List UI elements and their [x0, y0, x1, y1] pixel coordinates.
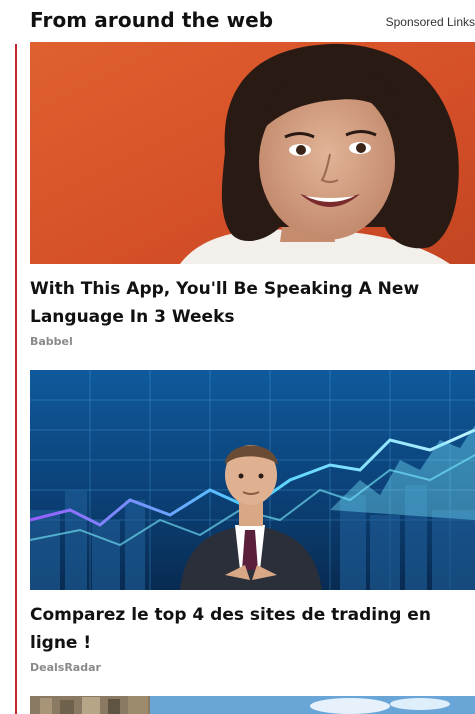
- sponsored-card-3[interactable]: [30, 696, 475, 714]
- card-image-trading[interactable]: [30, 370, 475, 590]
- left-accent-rule: [15, 44, 17, 714]
- widget-title: From around the web: [30, 8, 274, 32]
- card-headline[interactable]: With This App, You'll Be Speaking A New …: [30, 275, 475, 331]
- sponsored-card-dealsradar[interactable]: Comparez le top 4 des sites de trading e…: [30, 370, 475, 674]
- card-image-city[interactable]: [30, 696, 475, 714]
- card-source[interactable]: DealsRadar: [30, 661, 475, 674]
- widget-header: From around the web Sponsored Links: [30, 8, 475, 38]
- card-image-smiling-woman[interactable]: [30, 42, 475, 264]
- card-source[interactable]: Babbel: [30, 335, 475, 348]
- sponsored-links-label[interactable]: Sponsored Links: [386, 15, 475, 29]
- businessman-trading-chart-photo: [30, 370, 475, 590]
- smiling-woman-photo: [30, 42, 475, 264]
- card-headline[interactable]: Comparez le top 4 des sites de trading e…: [30, 601, 475, 657]
- sponsored-card-babbel[interactable]: With This App, You'll Be Speaking A New …: [30, 42, 475, 348]
- city-skyline-photo: [30, 696, 475, 714]
